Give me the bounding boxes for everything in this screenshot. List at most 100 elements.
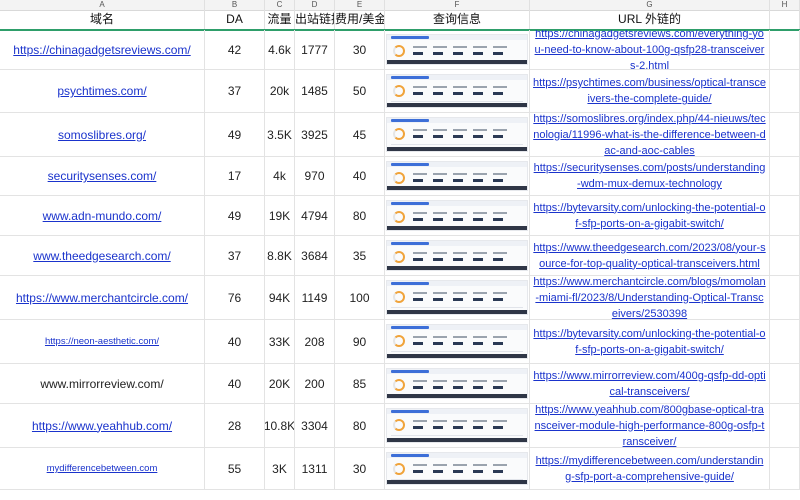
cost-cell[interactable]: 35 <box>335 236 385 275</box>
da-cell[interactable]: 37 <box>205 236 265 275</box>
outbound-cell[interactable]: 1311 <box>295 448 335 489</box>
outbound-cell[interactable]: 3684 <box>295 236 335 275</box>
empty-cell[interactable] <box>770 236 800 275</box>
da-cell[interactable]: 76 <box>205 276 265 319</box>
header-domain[interactable]: 域名 <box>0 10 205 29</box>
domain-cell[interactable]: www.adn-mundo.com/ <box>0 196 205 235</box>
query-cell[interactable] <box>385 364 530 403</box>
url-link[interactable]: https://bytevarsity.com/unlocking-the-po… <box>533 326 766 358</box>
domain-link[interactable]: https://chinagadgetsreviews.com/ <box>13 43 190 57</box>
url-cell[interactable]: https://www.yeahhub.com/800gbase-optical… <box>530 404 770 447</box>
url-cell[interactable]: https://bytevarsity.com/unlocking-the-po… <box>530 196 770 235</box>
domain-cell[interactable]: https://www.merchantcircle.com/ <box>0 276 205 319</box>
url-cell[interactable]: https://www.merchantcircle.com/blogs/mom… <box>530 276 770 319</box>
domain-cell[interactable]: psychtimes.com/ <box>0 70 205 112</box>
cost-cell[interactable]: 85 <box>335 364 385 403</box>
cost-cell[interactable]: 80 <box>335 404 385 447</box>
query-screenshot[interactable] <box>386 117 528 152</box>
traffic-cell[interactable]: 33K <box>265 320 295 363</box>
da-cell[interactable]: 49 <box>205 196 265 235</box>
traffic-cell[interactable]: 20K <box>265 364 295 403</box>
query-screenshot[interactable] <box>386 280 528 315</box>
query-cell[interactable] <box>385 404 530 447</box>
empty-cell[interactable] <box>770 113 800 156</box>
domain-link[interactable]: www.adn-mundo.com/ <box>43 209 162 223</box>
query-screenshot[interactable] <box>386 367 528 400</box>
query-screenshot[interactable] <box>386 74 528 108</box>
domain-link[interactable]: https://neon-aesthetic.com/ <box>45 336 159 347</box>
domain-cell[interactable]: www.mirrorreview.com/ <box>0 364 205 403</box>
url-cell[interactable]: https://mydifferencebetween.com/understa… <box>530 448 770 489</box>
outbound-cell[interactable]: 208 <box>295 320 335 363</box>
header-url[interactable]: URL 外链的 <box>530 10 770 29</box>
query-cell[interactable] <box>385 236 530 275</box>
query-cell[interactable] <box>385 320 530 363</box>
url-cell[interactable]: https://somoslibres.org/index.php/44-nie… <box>530 113 770 156</box>
traffic-cell[interactable]: 94K <box>265 276 295 319</box>
query-cell[interactable] <box>385 70 530 112</box>
domain-cell[interactable]: www.theedgesearch.com/ <box>0 236 205 275</box>
query-screenshot[interactable] <box>386 239 528 272</box>
domain-cell[interactable]: https://chinagadgetsreviews.com/ <box>0 30 205 69</box>
da-cell[interactable]: 55 <box>205 448 265 489</box>
query-screenshot[interactable] <box>386 452 528 485</box>
domain-link[interactable]: www.theedgesearch.com/ <box>33 249 170 263</box>
cost-cell[interactable]: 90 <box>335 320 385 363</box>
query-cell[interactable] <box>385 448 530 489</box>
empty-cell[interactable] <box>770 448 800 489</box>
col-header-b[interactable]: B <box>205 0 265 10</box>
col-header-a[interactable]: A <box>0 0 205 10</box>
domain-link[interactable]: mydifferencebetween.com <box>47 463 158 474</box>
domain-link[interactable]: https://www.merchantcircle.com/ <box>16 291 188 305</box>
query-cell[interactable] <box>385 276 530 319</box>
query-cell[interactable] <box>385 196 530 235</box>
query-cell[interactable] <box>385 157 530 195</box>
traffic-cell[interactable]: 10.8K <box>265 404 295 447</box>
outbound-cell[interactable]: 3925 <box>295 113 335 156</box>
empty-cell[interactable] <box>770 276 800 319</box>
domain-cell[interactable]: securitysenses.com/ <box>0 157 205 195</box>
url-link[interactable]: https://www.theedgesearch.com/2023/08/yo… <box>533 240 766 272</box>
col-header-e[interactable]: E <box>335 0 385 10</box>
url-link[interactable]: https://psychtimes.com/business/optical-… <box>533 75 766 107</box>
col-header-g[interactable]: G <box>530 0 770 10</box>
da-cell[interactable]: 40 <box>205 364 265 403</box>
url-link[interactable]: https://securitysenses.com/posts/underst… <box>533 160 766 192</box>
outbound-cell[interactable]: 1777 <box>295 30 335 69</box>
traffic-cell[interactable]: 8.8K <box>265 236 295 275</box>
col-header-d[interactable]: D <box>295 0 335 10</box>
domain-cell[interactable]: https://www.yeahhub.com/ <box>0 404 205 447</box>
url-link[interactable]: https://www.merchantcircle.com/blogs/mom… <box>533 276 766 319</box>
url-link[interactable]: https://mydifferencebetween.com/understa… <box>533 453 766 485</box>
outbound-cell[interactable]: 3304 <box>295 404 335 447</box>
col-header-h[interactable]: H <box>770 0 800 10</box>
query-screenshot[interactable] <box>386 160 528 192</box>
url-cell[interactable]: https://chinagadgetsreviews.com/everythi… <box>530 30 770 69</box>
url-cell[interactable]: https://securitysenses.com/posts/underst… <box>530 157 770 195</box>
query-screenshot[interactable] <box>386 33 528 66</box>
da-cell[interactable]: 28 <box>205 404 265 447</box>
col-header-c[interactable]: C <box>265 0 295 10</box>
da-cell[interactable]: 49 <box>205 113 265 156</box>
da-cell[interactable]: 40 <box>205 320 265 363</box>
url-link[interactable]: https://www.yeahhub.com/800gbase-optical… <box>533 404 766 447</box>
cost-cell[interactable]: 30 <box>335 448 385 489</box>
traffic-cell[interactable]: 3K <box>265 448 295 489</box>
query-screenshot[interactable] <box>386 408 528 443</box>
url-cell[interactable]: https://psychtimes.com/business/optical-… <box>530 70 770 112</box>
outbound-cell[interactable]: 1485 <box>295 70 335 112</box>
query-screenshot[interactable] <box>386 324 528 359</box>
traffic-cell[interactable]: 19K <box>265 196 295 235</box>
da-cell[interactable]: 37 <box>205 70 265 112</box>
traffic-cell[interactable]: 20k <box>265 70 295 112</box>
header-query[interactable]: 查询信息 <box>385 10 530 29</box>
domain-link[interactable]: securitysenses.com/ <box>48 169 157 183</box>
header-cost[interactable]: 费用/美金 <box>335 10 385 29</box>
outbound-cell[interactable]: 4794 <box>295 196 335 235</box>
domain-text[interactable]: www.mirrorreview.com/ <box>40 377 163 391</box>
empty-cell[interactable] <box>770 404 800 447</box>
header-da[interactable]: DA <box>205 10 265 29</box>
traffic-cell[interactable]: 3.5K <box>265 113 295 156</box>
domain-link[interactable]: psychtimes.com/ <box>57 84 146 98</box>
col-header-f[interactable]: F <box>385 0 530 10</box>
